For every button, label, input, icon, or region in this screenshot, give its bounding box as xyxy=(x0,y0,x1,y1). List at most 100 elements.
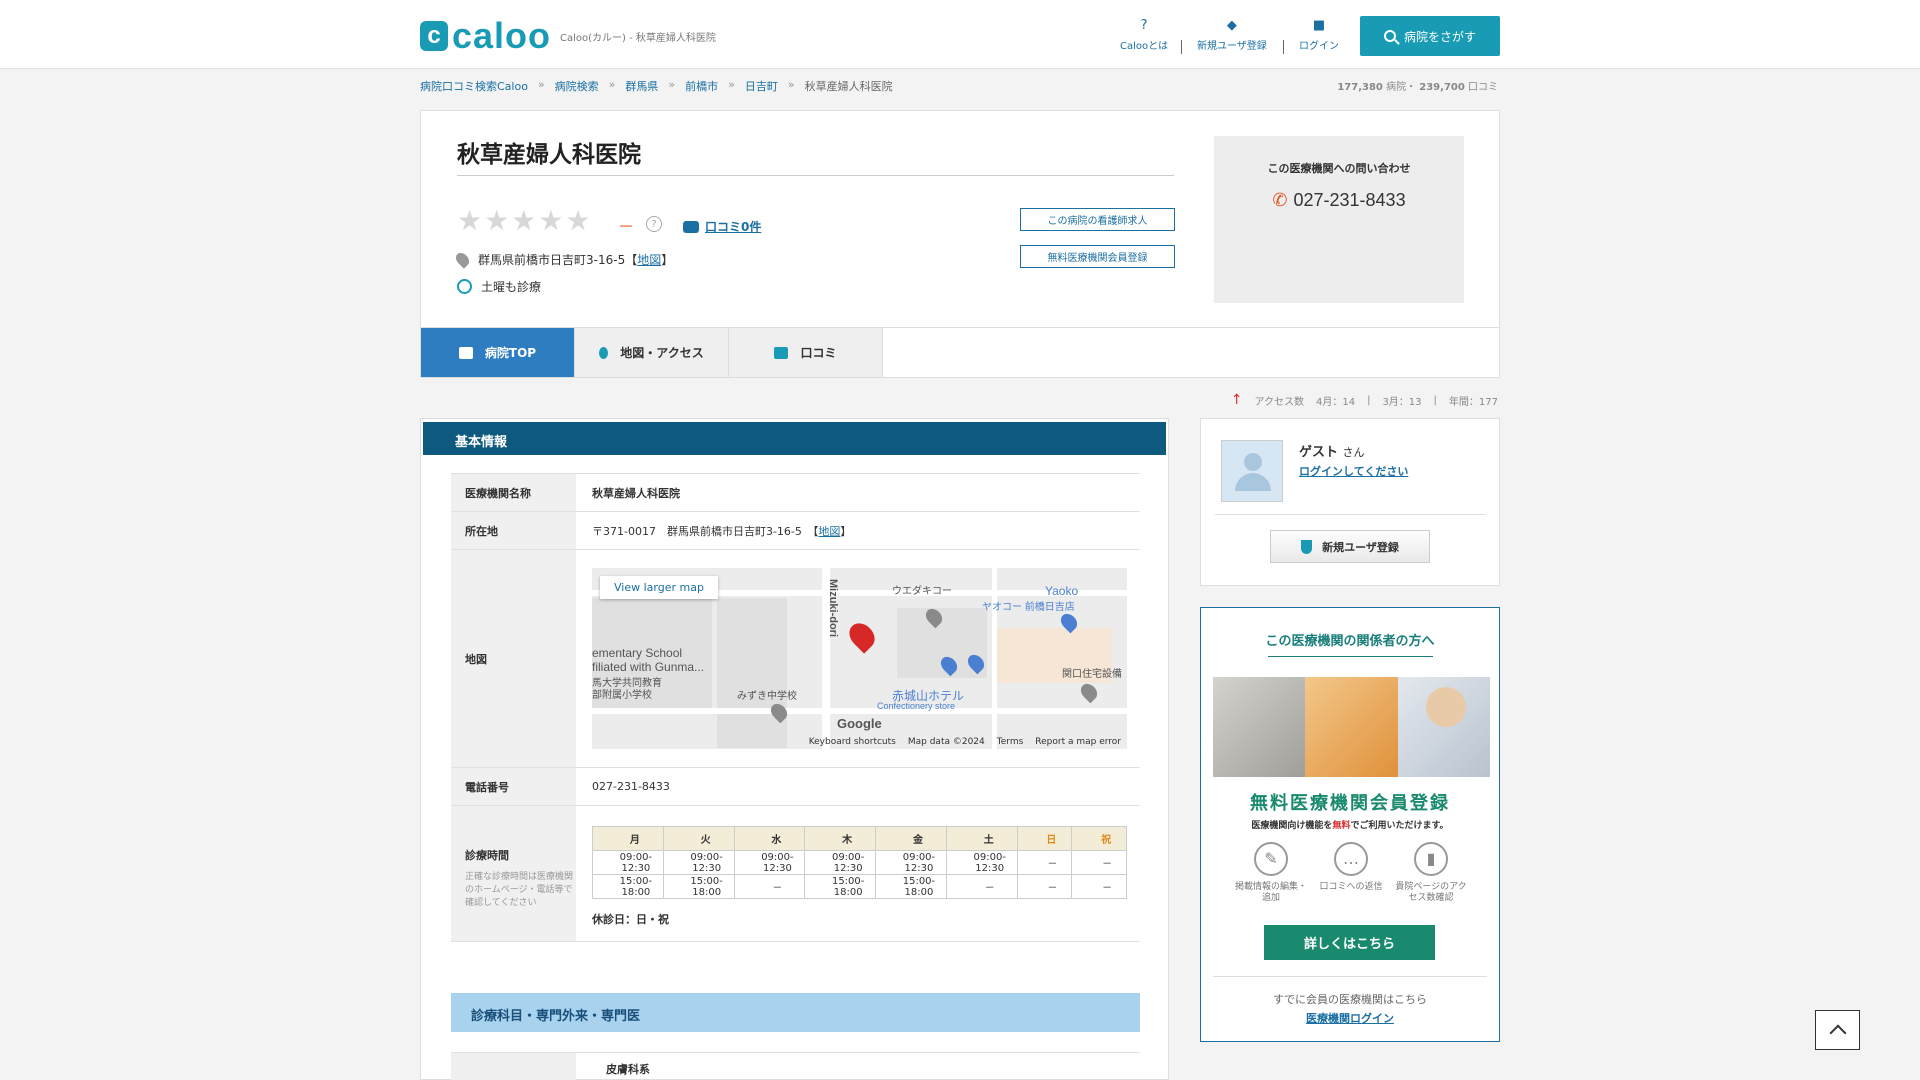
review-count-link[interactable]: 口コミ0件 xyxy=(683,218,761,235)
hours-slot: 09:00-12:30 xyxy=(804,850,877,875)
day-header: 水 xyxy=(733,826,806,851)
hours-table: 月 火 水 木 金 土 日 祝 09:00-12:30 09:00-12:30 … xyxy=(592,826,1127,899)
breadcrumb-item[interactable]: 群馬県 xyxy=(625,78,658,94)
phone-icon: ✆ xyxy=(1272,190,1288,210)
tab-hospital-top[interactable]: 病院TOP xyxy=(421,328,575,377)
divider xyxy=(1215,514,1485,515)
hours-note: 正確な診療時間は医療機関のホームページ・電話等で確認してください xyxy=(465,871,574,909)
building-icon xyxy=(458,346,473,359)
review-unit: 口コミ xyxy=(1468,82,1498,93)
star-icon: ★ xyxy=(484,204,510,237)
search-hospital-button[interactable]: 病院をさがす xyxy=(1360,16,1500,56)
user-register-button[interactable]: 新規ユーザ登録 xyxy=(1270,530,1430,563)
address-map-link[interactable]: 地図 xyxy=(637,251,661,268)
star-icon: ★ xyxy=(565,204,591,237)
existing-member-text: すでに会員の医療機関はこちら xyxy=(1272,993,1428,1006)
breadcrumb-item[interactable]: 病院検索 xyxy=(555,78,599,94)
nav-label: ログイン xyxy=(1299,41,1339,52)
map-label: Confectionery store xyxy=(877,701,956,711)
hours-slot: 09:00-12:30 xyxy=(945,850,1018,875)
hours-slot: － xyxy=(1071,850,1127,875)
institution-login-link[interactable]: 医療機関ログイン xyxy=(1201,1010,1499,1026)
nav-label: 新規ユーザ登録 xyxy=(1197,41,1267,52)
register-label: 新規ユーザ登録 xyxy=(1322,540,1399,554)
free-member-register-button[interactable]: 無料医療機関会員登録 xyxy=(1020,245,1175,268)
caloo-logo[interactable]: c caloo xyxy=(420,18,551,54)
tab-map-access[interactable]: 地図・アクセス xyxy=(575,328,729,377)
map-label: 関口住宅設備 xyxy=(1062,669,1122,680)
map-label: みずき中学校 xyxy=(737,691,797,702)
doctor-photo xyxy=(1398,677,1490,777)
nav-about-caloo[interactable]: ? Calooとは xyxy=(1120,18,1168,52)
hours-header: 月 火 水 木 金 土 日 祝 xyxy=(592,826,1127,851)
scroll-to-top-button[interactable] xyxy=(1815,1010,1860,1050)
row-label: 医療機関名称 xyxy=(451,473,576,512)
saturday-badge: 土曜も診療 xyxy=(457,278,541,295)
hours-row: 15:00-18:00 15:00-18:00 － 15:00-18:00 15… xyxy=(592,874,1127,899)
table-row: 電話番号 027-231-8433 xyxy=(451,767,1140,806)
day-header: 祝 xyxy=(1071,826,1127,851)
saturday-label: 土曜も診療 xyxy=(481,280,542,294)
beginner-leaf-icon xyxy=(1301,539,1313,554)
site-header: c caloo Caloo(カルー) - 秋草産婦人科医院 ? Calooとは … xyxy=(0,0,1920,69)
breadcrumb-item[interactable]: 前橋市 xyxy=(685,78,718,94)
row-label: 電話番号 xyxy=(451,767,576,806)
hours-slot: － xyxy=(733,874,806,899)
map-footer-item[interactable]: Report a map error xyxy=(1035,737,1121,747)
breadcrumb-item[interactable]: 日吉町 xyxy=(745,78,778,94)
star-icon: ★ xyxy=(457,204,483,237)
nav-register[interactable]: ◆ 新規ユーザ登録 xyxy=(1197,18,1267,52)
table-row: 所在地 〒371-0017 群馬県前橋市日吉町3-16-5 【地図】 xyxy=(451,511,1140,550)
bar-chart-icon: ▮ xyxy=(1414,842,1448,876)
hours-slot: 15:00-18:00 xyxy=(662,874,735,899)
map-road xyxy=(592,708,1127,714)
free-member-label: 無料医療機関会員登録 xyxy=(1047,253,1148,264)
nurse-job-button[interactable]: この病院の看護師求人 xyxy=(1020,208,1175,231)
map-label: ヤオコー 前橋日吉店 xyxy=(982,602,1075,613)
map-footer-item: Map data ©2024 xyxy=(907,737,985,747)
details-button[interactable]: 詳しくはこちら xyxy=(1264,925,1435,960)
embedded-map[interactable]: View larger map ementary School filiated… xyxy=(592,568,1127,749)
logo-text: caloo xyxy=(452,15,552,56)
table-row: 診療時間 正確な診療時間は医療機関のホームページ・電話等で確認してください 月 … xyxy=(451,805,1140,942)
divider xyxy=(1268,656,1433,657)
nav-label: Calooとは xyxy=(1120,41,1169,52)
question-circle-icon: ? xyxy=(1140,18,1148,33)
day-header: 金 xyxy=(875,826,947,851)
promo-title: この医療機関の関係者の方へ xyxy=(1265,634,1435,649)
contact-tel: 027-231-8433 xyxy=(1293,190,1406,210)
hours-slot: 09:00-12:30 xyxy=(592,850,664,875)
breadcrumb-item[interactable]: 病院口コミ検索Caloo xyxy=(420,78,528,94)
hours-slot: 15:00-18:00 xyxy=(592,874,664,899)
location-pin-icon xyxy=(453,250,472,269)
day-header: 月 xyxy=(592,826,664,851)
contact-phone[interactable]: ✆ 027-231-8433 xyxy=(1214,190,1464,211)
tab-reviews[interactable]: 口コミ xyxy=(729,328,883,377)
hours-slot: 09:00-12:30 xyxy=(733,850,806,875)
hospital-name: 秋草産婦人科医院 xyxy=(457,142,641,168)
hours-slot: 09:00-12:30 xyxy=(875,850,947,875)
hospital-marker-icon[interactable] xyxy=(844,618,880,654)
map-footer-item[interactable]: Terms xyxy=(997,737,1024,747)
map-footer-item[interactable]: Keyboard shortcuts xyxy=(809,737,896,747)
nav-login[interactable]: ■ ログイン xyxy=(1299,18,1339,52)
basic-info-heading: 基本情報 xyxy=(423,422,1166,455)
contact-label: この医療機関への問い合わせ xyxy=(1267,162,1411,175)
departments-row: 皮膚科系 xyxy=(451,1052,1140,1080)
day-header: 土 xyxy=(945,826,1018,851)
google-logo: Google xyxy=(837,716,882,731)
review-count: 239,700 xyxy=(1419,82,1465,93)
star-icon: ★ xyxy=(538,204,564,237)
access-sep: | xyxy=(1367,394,1371,406)
hours-row: 09:00-12:30 09:00-12:30 09:00-12:30 09:0… xyxy=(592,850,1127,875)
pencil-icon: ✎ xyxy=(1254,842,1288,876)
user-box: ゲスト さん ログインしてください 新規ユーザ登録 xyxy=(1200,418,1500,586)
avatar xyxy=(1221,440,1283,502)
logo-mark: c xyxy=(420,21,448,51)
help-icon[interactable]: ? xyxy=(646,216,662,232)
hospital-unit: 病院・ xyxy=(1386,82,1417,93)
map-block xyxy=(717,598,787,748)
view-larger-map-button[interactable]: View larger map xyxy=(600,576,718,599)
address-map-link[interactable]: 地図 xyxy=(818,525,840,538)
login-link[interactable]: ログインしてください xyxy=(1299,463,1408,479)
